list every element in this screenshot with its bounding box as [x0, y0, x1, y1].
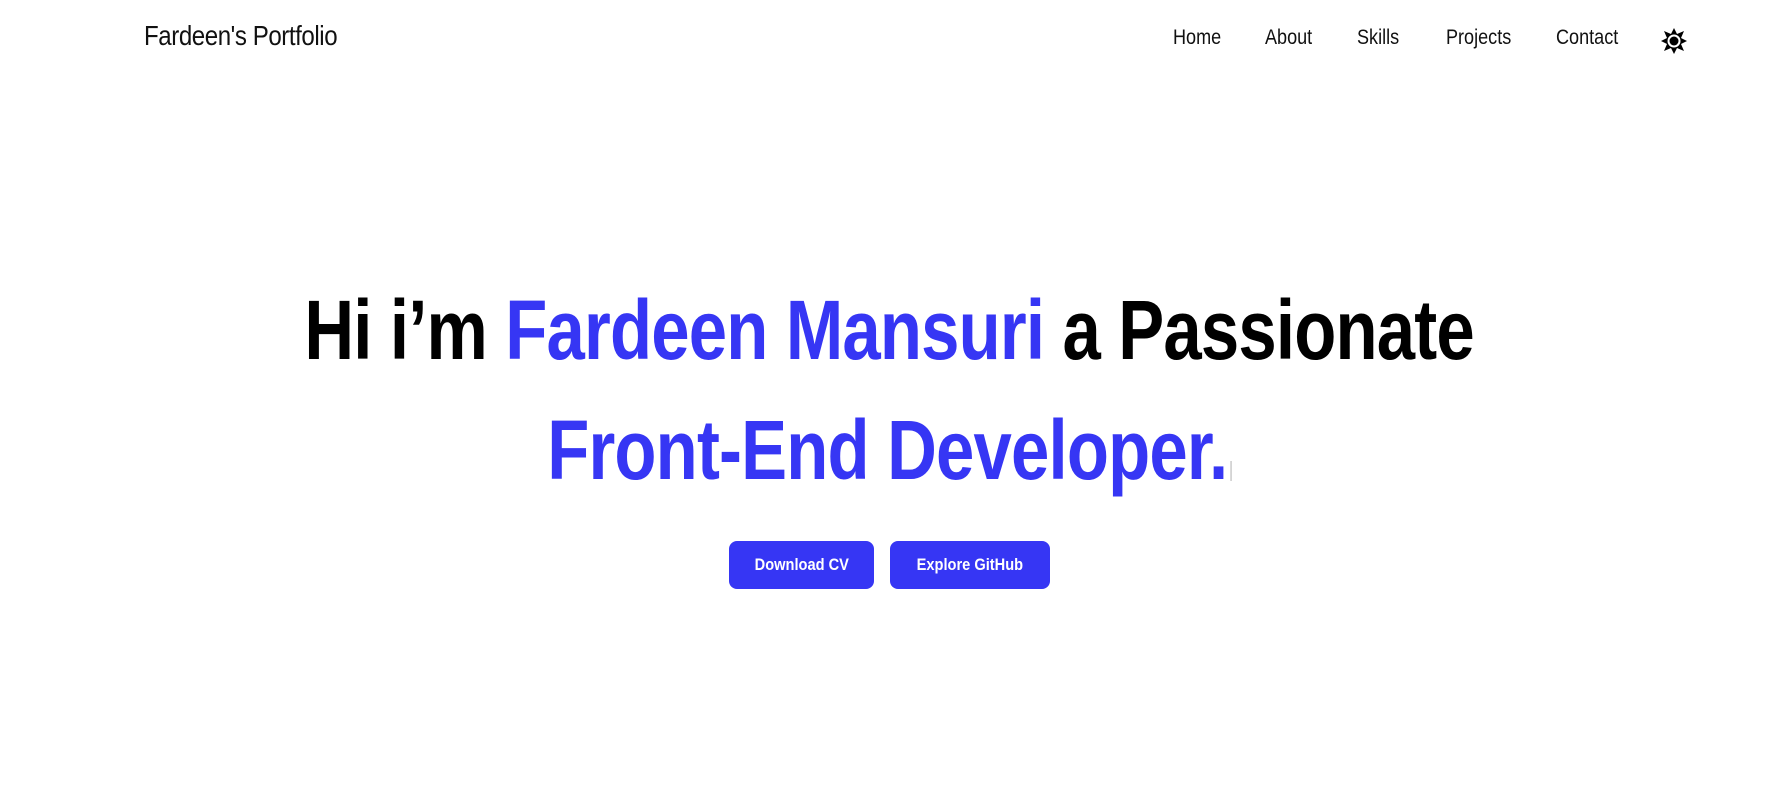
hero-role: Front-End Developer. [546, 403, 1228, 497]
hero-greeting: Hi i’m [304, 283, 488, 377]
hero-section: Hi i’m Fardeen Mansuri a Passionate Fron… [0, 270, 1779, 510]
typing-cursor [1230, 461, 1233, 481]
explore-github-button[interactable]: Explore GitHub [890, 541, 1051, 589]
hero-actions: Download CV Explore GitHub [0, 541, 1779, 589]
download-cv-button[interactable]: Download CV [728, 541, 875, 589]
page: Fardeen's Portfolio Home About Skills Pr… [0, 0, 1779, 807]
hero-heading: Hi i’m Fardeen Mansuri a Passionate Fron… [0, 270, 1779, 510]
nav-link-skills[interactable]: Skills [1357, 26, 1399, 50]
theme-toggle-button[interactable] [1659, 26, 1689, 56]
nav-link-home[interactable]: Home [1173, 26, 1221, 50]
hero-passionate: a Passionate [1062, 283, 1475, 377]
download-cv-label: Download CV [754, 555, 849, 574]
hero-line-1: Hi i’m Fardeen Mansuri a Passionate [0, 270, 1779, 390]
navbar: Fardeen's Portfolio Home About Skills Pr… [0, 0, 1779, 80]
nav-link-about[interactable]: About [1265, 26, 1312, 50]
hero-line-2: Front-End Developer. [0, 390, 1779, 510]
main-nav: Home About Skills Projects Contact [0, 26, 1779, 56]
hero-name: Fardeen Mansuri [505, 283, 1046, 377]
nav-link-projects[interactable]: Projects [1446, 26, 1511, 50]
sun-icon [1661, 28, 1687, 54]
explore-github-label: Explore GitHub [917, 555, 1024, 574]
nav-link-contact[interactable]: Contact [1556, 26, 1618, 50]
